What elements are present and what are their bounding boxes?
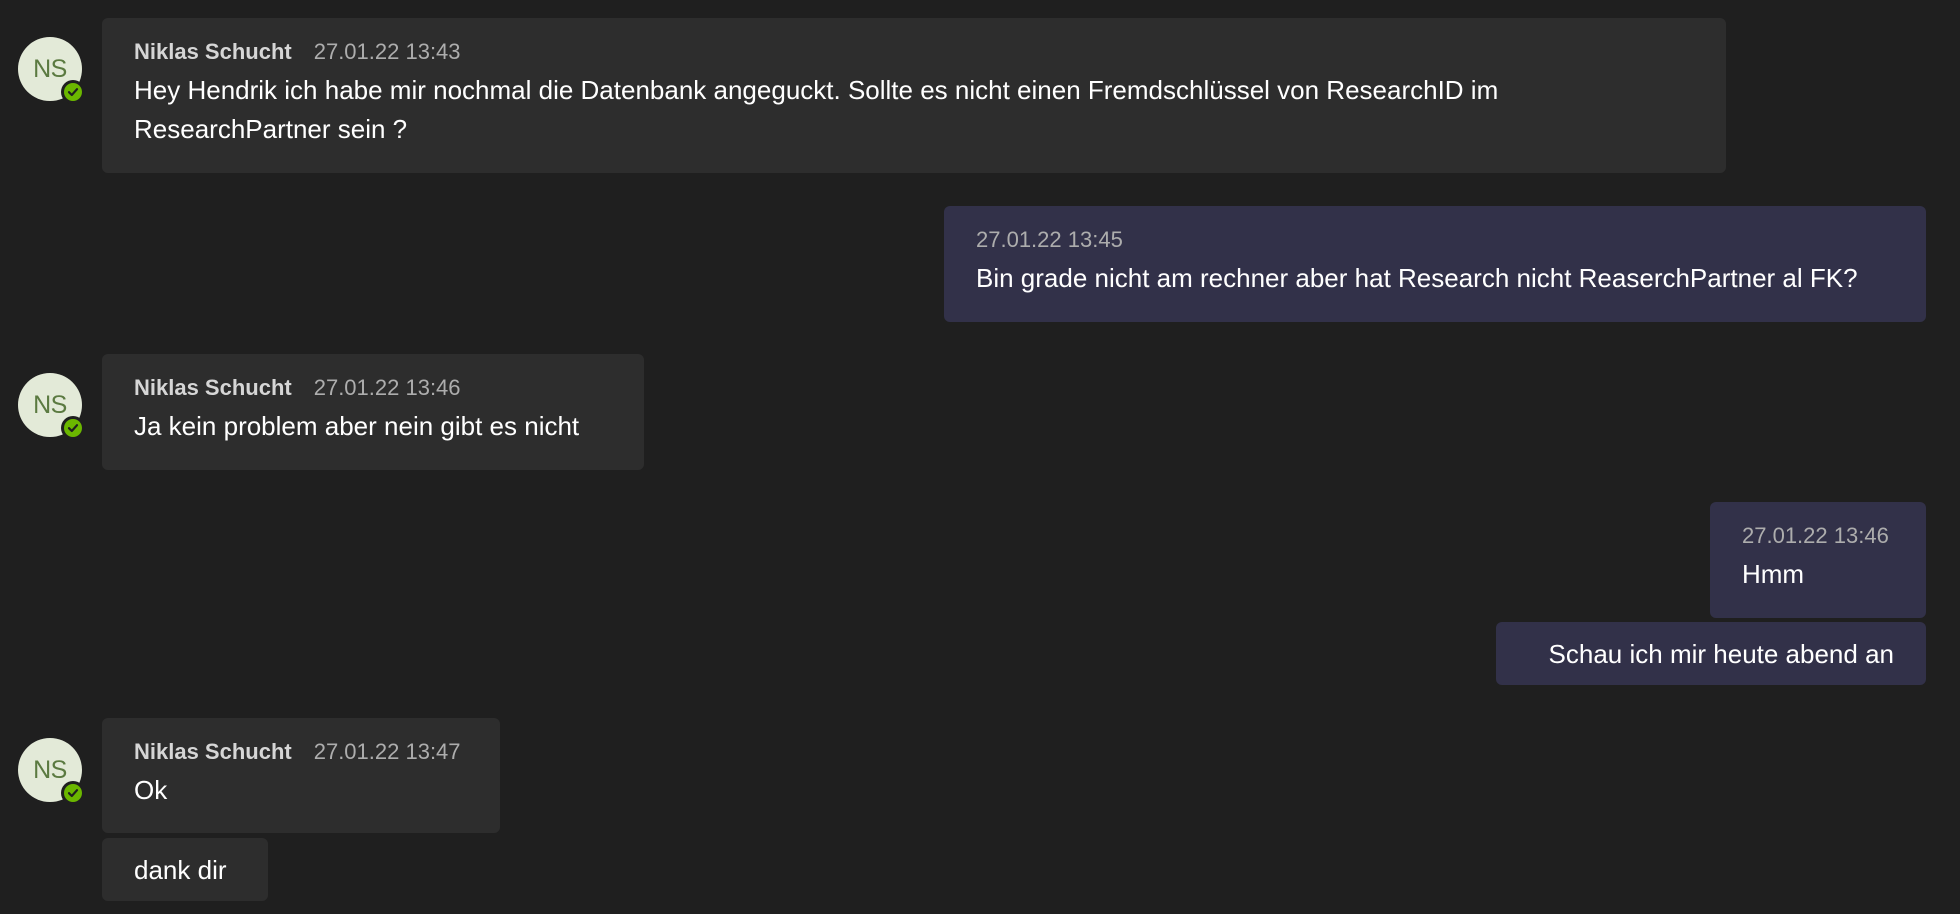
presence-available-icon bbox=[61, 416, 85, 440]
avatar[interactable]: NS bbox=[18, 373, 85, 440]
message-timestamp: 27.01.22 13:46 bbox=[313, 375, 461, 400]
avatar-initials: NS bbox=[33, 55, 67, 83]
presence-available-icon bbox=[61, 80, 85, 104]
message-text: Ja kein problem aber nein gibt es nicht bbox=[134, 411, 580, 441]
avatar-initials: NS bbox=[33, 391, 67, 419]
message-timestamp: 27.01.22 13:46 bbox=[1742, 523, 1889, 548]
message-text-line: ResearchPartner sein ? bbox=[134, 114, 408, 144]
message-text: Hmm bbox=[1742, 559, 1805, 589]
message-timestamp: 27.01.22 13:45 bbox=[976, 227, 1123, 252]
message-header: 27.01.22 13:45 bbox=[976, 226, 1894, 253]
message-text: Schau ich mir heute abend an bbox=[1548, 639, 1894, 669]
message-bubble[interactable]: dank dir bbox=[102, 838, 268, 901]
message-bubble[interactable]: Niklas Schucht 27.01.22 13:46 Ja kein pro… bbox=[102, 354, 644, 470]
message-header: Niklas Schucht 27.01.22 13:46 bbox=[134, 374, 612, 401]
avatar-initials: NS bbox=[33, 756, 67, 784]
message-text: dank dir bbox=[134, 855, 227, 885]
message-bubble[interactable]: Niklas Schucht 27.01.22 13:47 Ok bbox=[102, 718, 500, 833]
message-header: 27.01.22 13:46 bbox=[1742, 522, 1894, 549]
sender-name[interactable]: Niklas Schucht bbox=[134, 39, 292, 64]
message-bubble[interactable]: Niklas Schucht 27.01.22 13:43 Hey Hendrik… bbox=[102, 18, 1726, 173]
message-bubble-own[interactable]: Schau ich mir heute abend an bbox=[1496, 622, 1926, 685]
message-bubble-own[interactable]: 27.01.22 13:46 Hmm bbox=[1710, 502, 1926, 618]
sender-name[interactable]: Niklas Schucht bbox=[134, 375, 292, 400]
message-header: Niklas Schucht 27.01.22 13:47 bbox=[134, 738, 468, 765]
message-text: Bin grade nicht am rechner aber hat Rese… bbox=[976, 263, 1858, 293]
message-text: Hey Hendrik ich habe mir nochmal die Dat… bbox=[134, 71, 1694, 149]
avatar[interactable]: NS bbox=[18, 37, 85, 104]
sender-name[interactable]: Niklas Schucht bbox=[134, 739, 292, 764]
message-text: Ok bbox=[134, 775, 168, 805]
avatar[interactable]: NS bbox=[18, 738, 85, 805]
message-timestamp: 27.01.22 13:47 bbox=[313, 739, 461, 764]
message-header: Niklas Schucht 27.01.22 13:43 bbox=[134, 38, 1694, 65]
message-bubble-own[interactable]: 27.01.22 13:45 Bin grade nicht am rechne… bbox=[944, 206, 1926, 322]
presence-available-icon bbox=[61, 781, 85, 805]
message-text-line: Hey Hendrik ich habe mir nochmal die Dat… bbox=[134, 75, 1499, 105]
message-timestamp: 27.01.22 13:43 bbox=[313, 39, 461, 64]
